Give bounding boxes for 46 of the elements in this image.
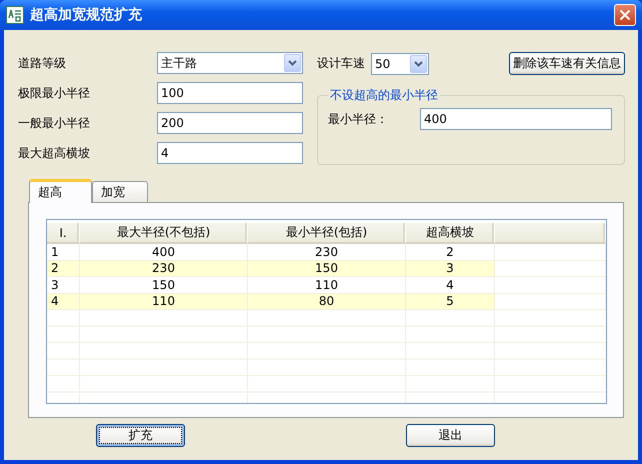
table-cell: 3 [406,260,495,277]
table-cell: 2 [47,260,80,277]
input-field[interactable]: 200 [157,112,303,134]
close-button[interactable] [614,4,636,26]
tab[interactable]: 超高 [29,179,92,203]
tab[interactable]: 加宽 [92,181,148,202]
column-header[interactable]: 最小半径(包括) [248,223,406,244]
dropdown-button[interactable] [410,54,427,72]
input-field[interactable]: 4 [157,142,303,164]
app-icon [6,6,24,24]
field-label: 道路等级 [18,54,67,72]
table-cell: 1 [47,244,80,260]
table-cell: 150 [80,277,248,294]
column-header[interactable]: I. [47,223,80,244]
table-cell: 3 [47,277,80,294]
table-cell: 80 [248,294,406,310]
table-cell: 230 [80,260,248,277]
input-field[interactable]: 100 [157,82,303,104]
group-title: 不设超高的最小半径 [329,87,439,104]
dropdown-button[interactable] [284,54,301,72]
close-icon [619,9,631,21]
dropdown[interactable]: 50 [371,52,429,74]
table-cell: 110 [80,294,248,310]
dialog-button[interactable]: 扩充 [96,424,185,447]
table-cell: 400 [80,244,248,260]
field-label: 极限最小半径 [18,84,91,102]
table-cell: 4 [406,277,495,294]
dropdown[interactable]: 主干路 [157,52,303,74]
table-cell: 2 [406,244,495,260]
table-cell: 230 [248,244,406,260]
table-cell: 4 [47,294,80,310]
delete-button[interactable]: 删除该车速有关信息 [509,52,625,75]
input-field[interactable]: 400 [420,108,612,130]
column-header[interactable]: 超高横坡 [406,223,495,244]
field-label: 最大超高横坡 [18,144,91,162]
table-cell: 5 [406,294,495,310]
field-label: 最小半径： [328,110,389,128]
chevron-down-icon [414,60,423,66]
field-label: 一般最小半径 [18,114,91,132]
field-label: 设计车速 [317,55,365,72]
dialog-button[interactable]: 退出 [406,424,495,447]
chevron-down-icon [288,60,297,66]
table-cell: 110 [248,277,406,294]
table-cell: 150 [248,260,406,277]
column-header[interactable]: 最大半径(不包括) [80,223,248,244]
window-title: 超高加宽规范扩充 [30,6,143,24]
